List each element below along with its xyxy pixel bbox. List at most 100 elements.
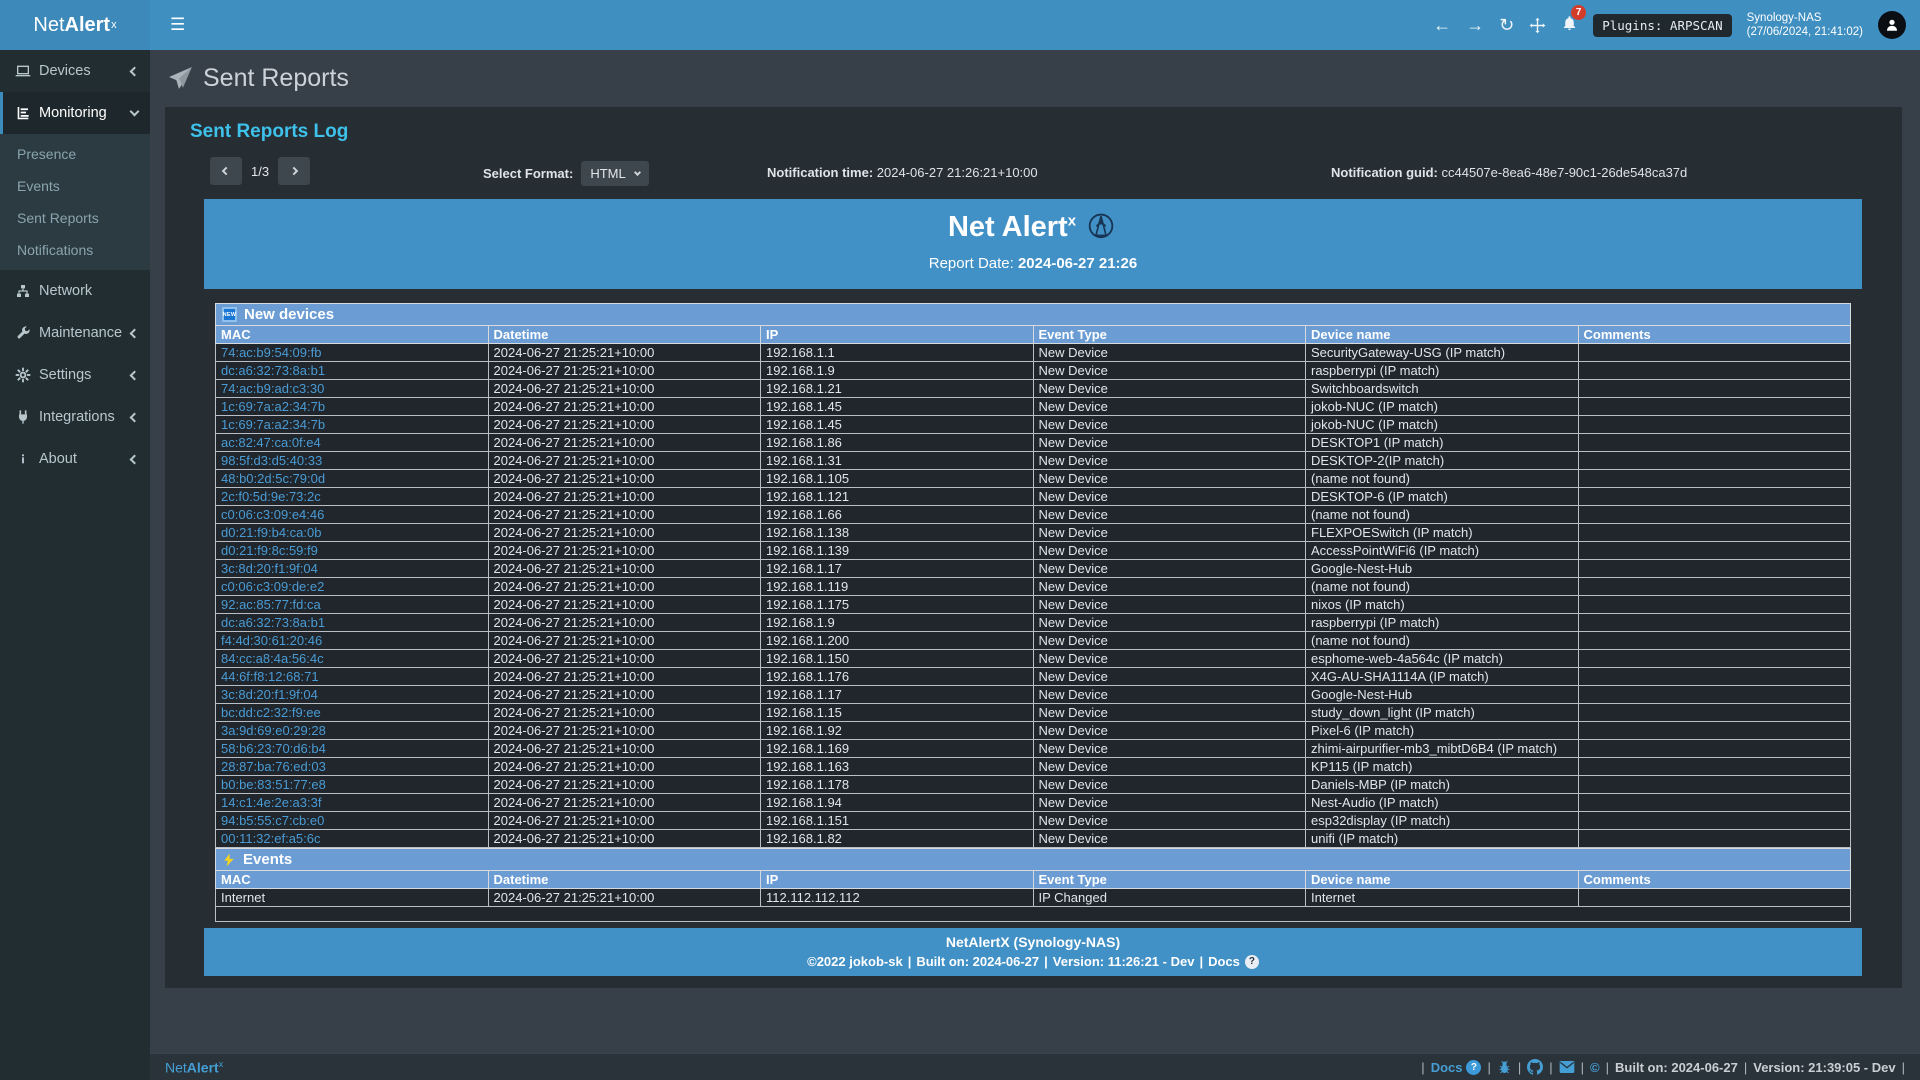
mac-link[interactable]: dc:a6:32:73:8a:b1 [216,614,489,632]
sidebar-item-maintenance[interactable]: Maintenance [0,312,150,354]
question-circle-icon[interactable]: ? [1245,955,1259,969]
cell: 2024-06-27 21:25:21+10:00 [488,596,761,614]
mac-link[interactable]: 3c:8d:20:f1:9f:04 [216,686,489,704]
sidebar-toggle-icon[interactable]: ☰ [170,15,185,35]
mac-link[interactable]: bc:dd:c2:32:f9:ee [216,704,489,722]
cell: 2024-06-27 21:25:21+10:00 [488,722,761,740]
notifications-bell[interactable]: 7 [1561,14,1578,37]
cell: New Device [1033,650,1306,668]
sidebar-item-integrations[interactable]: Integrations [0,396,150,438]
plugins-status-badge[interactable]: Plugins: ARPSCAN [1593,14,1731,37]
forward-icon[interactable]: → [1466,16,1484,34]
mac-link[interactable]: c0:06:c3:09:e4:46 [216,506,489,524]
cell: 192.168.1.200 [761,632,1034,650]
prev-page-button[interactable] [210,157,242,185]
mac-link[interactable]: 1c:69:7a:a2:34:7b [216,398,489,416]
cell: 192.168.1.66 [761,506,1034,524]
cell [1578,488,1851,506]
cell [1578,506,1851,524]
cell [1578,596,1851,614]
next-page-button[interactable] [278,157,310,185]
footer-brand[interactable]: NetAlertx [165,1059,223,1076]
mac-link[interactable]: 3a:9d:69:e0:29:28 [216,722,489,740]
sidebar-item-about[interactable]: About [0,438,150,480]
cell: 2024-06-27 21:25:21+10:00 [488,758,761,776]
mac-link[interactable]: c0:06:c3:09:de:e2 [216,578,489,596]
sidebar-item-events[interactable]: Events [0,170,150,202]
cell: 2024-06-27 21:25:21+10:00 [488,506,761,524]
notification-guid: Notification guid: cc44507e-8ea6-48e7-90… [1331,165,1687,180]
mac-link[interactable]: 84:cc:a8:4a:56:4c [216,650,489,668]
cell: 2024-06-27 21:25:21+10:00 [488,452,761,470]
app-logo[interactable]: NetAlertx [0,0,150,50]
notification-time-value: 2024-06-27 21:26:21+10:00 [877,165,1038,180]
sidebar-item-devices[interactable]: Devices [0,50,150,92]
mac-link[interactable]: 00:11:32:ef:a5:6c [216,830,489,848]
cell [1578,632,1851,650]
paper-plane-icon [168,66,193,91]
docs-link[interactable]: Docs? [1431,1060,1482,1075]
cell: SecurityGateway-USG (IP match) [1306,344,1579,362]
cell: 2024-06-27 21:25:21+10:00 [488,632,761,650]
table-row: 28:87:ba:76:ed:032024-06-27 21:25:21+10:… [216,758,1851,776]
sidebar-item-sent-reports[interactable]: Sent Reports [0,202,150,234]
mac-link[interactable]: 74:ac:b9:54:09:fb [216,344,489,362]
sidebar-item-network[interactable]: Network [0,270,150,312]
mac-link[interactable]: 44:6f:f8:12:68:71 [216,668,489,686]
bug-report-icon[interactable] [1497,1060,1512,1075]
page-header: Sent Reports [150,50,1920,107]
cell: 2024-06-27 21:25:21+10:00 [488,578,761,596]
mac-link[interactable]: 14:c1:4e:2e:a3:3f [216,794,489,812]
report-preview: Net Alertx Report Date: 2024-06-27 21:26… [204,199,1862,976]
cell: raspberrypi (IP match) [1306,614,1579,632]
sidebar-item-settings[interactable]: Settings [0,354,150,396]
mac-link[interactable]: 74:ac:b9:ad:c3:30 [216,380,489,398]
brand-sup: x [111,19,117,31]
report-controls: 1/3 Select Format: HTML Notification tim… [165,151,1902,199]
sidebar-item-monitoring[interactable]: Monitoring [0,92,150,134]
cell [1578,542,1851,560]
copyright-link[interactable]: © [1590,1060,1600,1075]
mac-link[interactable]: 58:b6:23:70:d6:b4 [216,740,489,758]
move-icon[interactable] [1529,17,1546,34]
cell: New Device [1033,776,1306,794]
laptop-icon [15,63,31,79]
mac-link[interactable]: 94:b5:55:c7:cb:e0 [216,812,489,830]
mac-link[interactable]: dc:a6:32:73:8a:b1 [216,362,489,380]
mac-link[interactable]: 48:b0:2d:5c:79:0d [216,470,489,488]
sidebar-item-presence[interactable]: Presence [0,138,150,170]
mac-link[interactable]: ac:82:47:ca:0f:e4 [216,434,489,452]
cell [1578,578,1851,596]
cell [1578,830,1851,848]
mac-link[interactable]: 28:87:ba:76:ed:03 [216,758,489,776]
cell [1578,416,1851,434]
mac-link[interactable]: d0:21:f9:8c:59:f9 [216,542,489,560]
mac-link[interactable]: f4:4d:30:61:20:46 [216,632,489,650]
mac-link[interactable]: 1c:69:7a:a2:34:7b [216,416,489,434]
column-header: Comments [1578,326,1851,344]
cell [1578,524,1851,542]
refresh-icon[interactable]: ↻ [1499,16,1514,34]
mac-link[interactable]: 98:5f:d3:d5:40:33 [216,452,489,470]
github-icon[interactable] [1527,1059,1543,1075]
table-row: 2c:f0:5d:9e:73:2c2024-06-27 21:25:21+10:… [216,488,1851,506]
cell [1578,668,1851,686]
mac-link[interactable]: 3c:8d:20:f1:9f:04 [216,560,489,578]
cell: 192.168.1.169 [761,740,1034,758]
mac-link[interactable]: 2c:f0:5d:9e:73:2c [216,488,489,506]
section-title: New devices [244,306,334,323]
back-icon[interactable]: ← [1433,16,1451,34]
format-select[interactable]: HTML [581,161,648,186]
table-row: 98:5f:d3:d5:40:332024-06-27 21:25:21+10:… [216,452,1851,470]
mac-link[interactable]: 92:ac:85:77:fd:ca [216,596,489,614]
cell: New Device [1033,524,1306,542]
email-icon[interactable] [1559,1060,1575,1074]
mac-link[interactable]: b0:be:83:51:77:e8 [216,776,489,794]
host-info: Synology-NAS (27/06/2024, 21:41:02) [1747,11,1863,40]
format-label: Select Format: [483,166,573,181]
mac-link[interactable]: d0:21:f9:b4:ca:0b [216,524,489,542]
report-docs-link[interactable]: Docs [1208,954,1240,969]
user-avatar[interactable] [1878,11,1906,39]
cell: 2024-06-27 21:25:21+10:00 [488,830,761,848]
sidebar-item-notifications[interactable]: Notifications [0,234,150,266]
